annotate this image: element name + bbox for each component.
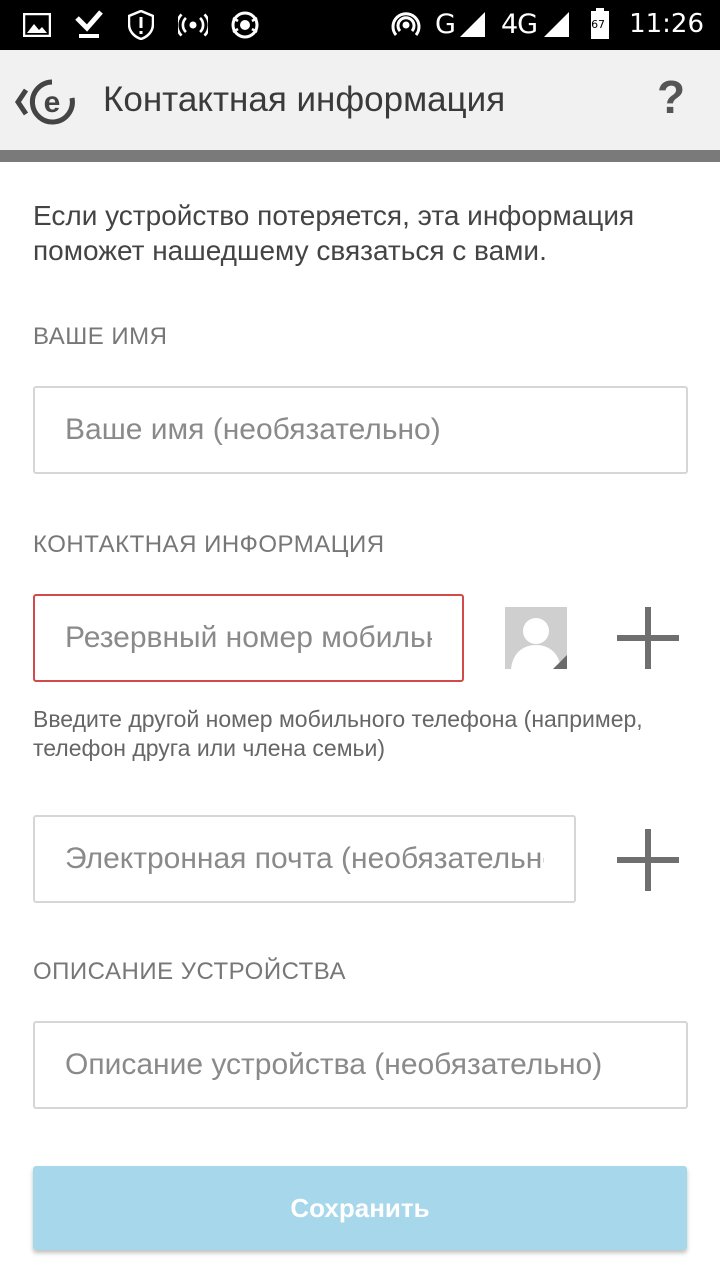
network-g-label: G [435, 8, 456, 40]
appbar-divider [0, 150, 720, 162]
contact-picker-button[interactable] [505, 607, 567, 669]
back-button[interactable]: e [12, 78, 102, 126]
status-icons-left [22, 9, 260, 41]
phone-hint: Введите другой номер мобильного телефона… [33, 706, 643, 761]
email-field[interactable] [33, 815, 576, 903]
save-button[interactable]: Сохранить [33, 1166, 687, 1250]
hotspot-icon [391, 8, 421, 40]
signal-icon [457, 8, 487, 40]
signal-icon [541, 8, 571, 40]
help-button[interactable]: ? [648, 70, 694, 130]
device-description-field[interactable] [33, 1021, 688, 1109]
phone-field[interactable] [33, 594, 464, 682]
name-input[interactable] [35, 388, 686, 472]
antivirus-icon [230, 9, 260, 41]
contact-avatar-icon [505, 607, 567, 669]
add-phone-button[interactable] [617, 607, 679, 669]
status-icons-right: G 4G 67 11:26 [391, 8, 704, 40]
name-field[interactable] [33, 386, 688, 474]
add-email-button[interactable] [617, 829, 679, 891]
intro-text: Если устройство потеряется, эта информац… [33, 200, 635, 266]
broadcast-icon [178, 9, 208, 41]
email-input[interactable] [35, 817, 574, 901]
battery-level: 67 [591, 18, 606, 31]
back-eset-logo-icon: e [14, 79, 75, 125]
device-description-input[interactable] [35, 1023, 686, 1107]
svg-text:e: e [44, 86, 61, 119]
device-section-label: ОПИСАНИЕ УСТРОЙСТВА [33, 958, 346, 985]
network-4g-label: 4G [500, 8, 538, 40]
check-bag-icon [74, 9, 104, 41]
gallery-icon [22, 9, 52, 41]
page-title: Контактная информация [103, 80, 506, 119]
clock: 11:26 [629, 9, 704, 39]
phone-input[interactable] [35, 596, 462, 680]
status-bar: G 4G 67 11:26 [0, 0, 720, 50]
shield-alert-icon [126, 9, 156, 41]
name-section-label: ВАШЕ ИМЯ [33, 323, 168, 350]
contact-section-label: КОНТАКТНАЯ ИНФОРМАЦИЯ [33, 531, 385, 558]
battery-icon: 67 [585, 8, 615, 40]
